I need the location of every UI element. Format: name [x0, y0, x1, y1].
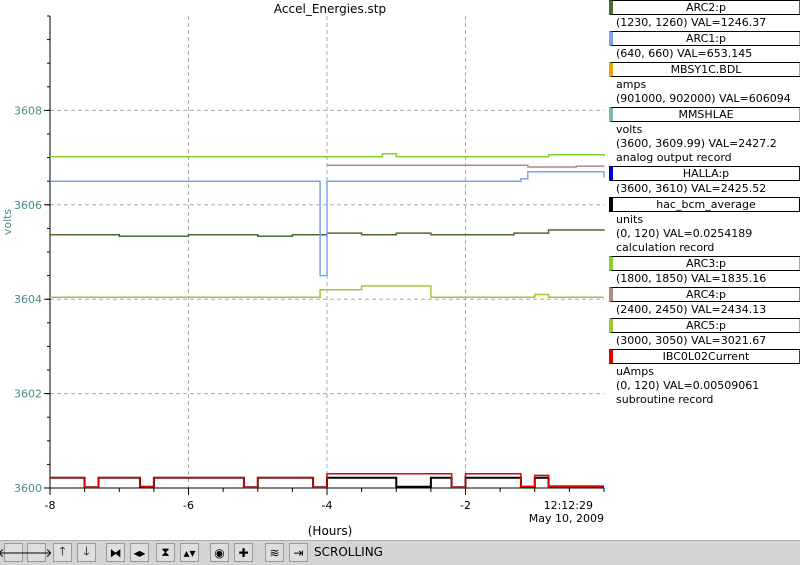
- legend-info-text: subroutine record: [616, 393, 714, 406]
- legend-panel: ARC2:p (1230, 1260) VAL=1246.37 ARC1:p (640…: [609, 0, 800, 406]
- x-axis-label: (Hours): [308, 524, 353, 538]
- jump-to-now-icon[interactable]: ⇥: [289, 543, 308, 562]
- legend-entry-arc5-p[interactable]: ARC5:p: [609, 318, 800, 333]
- autoscale-icon[interactable]: ≋: [265, 543, 284, 562]
- legend-entry-mmshlae[interactable]: MMSHLAE: [609, 107, 800, 122]
- time-label: 12:12:29: [544, 499, 593, 512]
- y-axis-label: volts: [1, 209, 14, 236]
- legend-info-text: uAmps: [616, 365, 654, 378]
- strip-chart-window: 3600 3602 3604 3606 3608 -8 -6 -4 -2 Accel_Energi…: [0, 0, 800, 565]
- legend-info-text: (0, 120) VAL=0.00509061: [616, 379, 760, 392]
- legend-entry-hac-bcm-average[interactable]: hac_bcm_average: [609, 197, 800, 212]
- legend-entry-halla-p[interactable]: HALLA:p: [609, 166, 800, 181]
- legend-info-text: (0, 120) VAL=0.0254189: [616, 227, 753, 240]
- date-label: May 10, 2009: [529, 512, 604, 525]
- legend-info-text: calculation record: [616, 241, 715, 254]
- chart-title: Accel_Energies.stp: [274, 2, 386, 16]
- legend-info-text: (3600, 3610) VAL=2425.52: [616, 182, 767, 195]
- status-label: SCROLLING: [314, 545, 383, 559]
- zoom-out-horizontal-icon[interactable]: ◂▸: [130, 543, 149, 562]
- legend-info-text: amps: [616, 78, 647, 91]
- legend-info-text: (901000, 902000) VAL=606094: [616, 92, 791, 105]
- legend-info-text: (640, 660) VAL=653.145: [616, 47, 753, 60]
- legend-info-text: (3000, 3050) VAL=3021.67: [616, 334, 767, 347]
- zoom-in-vertical-icon[interactable]: ⧗: [156, 543, 175, 562]
- arrow-down-icon[interactable]: 🡓: [77, 543, 96, 562]
- x-tick-label: -6: [183, 499, 194, 512]
- arrow-up-icon[interactable]: 🡑: [53, 543, 72, 562]
- x-tick-label: -8: [45, 499, 56, 512]
- legend-info-text: analog output record: [616, 151, 732, 164]
- strip-chart-plot[interactable]: 3600 3602 3604 3606 3608 -8 -6 -4 -2 Accel_Energi…: [0, 0, 609, 540]
- y-tick-label: 3604: [14, 293, 42, 306]
- record-icon[interactable]: ◉: [210, 543, 229, 562]
- legend-info-text: (2400, 2450) VAL=2434.13: [616, 303, 767, 316]
- legend-info-text: units: [616, 213, 644, 226]
- legend-info-text: (3600, 3609.99) VAL=2427.2: [616, 137, 777, 150]
- zoom-out-vertical-icon[interactable]: ▴▾: [180, 543, 199, 562]
- legend-info-text: (1230, 1260) VAL=1246.37: [616, 16, 767, 29]
- y-tick-label: 3600: [14, 482, 42, 495]
- legend-entry-arc3-p[interactable]: ARC3:p: [609, 256, 800, 271]
- legend-entry-arc2-p[interactable]: ARC2:p: [609, 0, 800, 15]
- y-tick-label: 3602: [14, 388, 42, 401]
- y-tick-label: 3608: [14, 104, 42, 117]
- toolbar: 🡐 🡒 🡑 🡓 ⧓ ◂▸ ⧗ ▴▾ ◉ ✚ ≋ ⇥ SCROLLING: [0, 540, 800, 565]
- x-tick-label: -4: [322, 499, 333, 512]
- legend-entry-ibc0l02current[interactable]: IBC0L02Current: [609, 349, 800, 364]
- legend-entry-arc1-p[interactable]: ARC1:p: [609, 31, 800, 46]
- x-tick-label: -2: [460, 499, 471, 512]
- zoom-in-horizontal-icon[interactable]: ⧓: [106, 543, 125, 562]
- y-tick-label: 3606: [14, 199, 42, 212]
- legend-entry-arc4-p[interactable]: ARC4:p: [609, 287, 800, 302]
- legend-entry-mbsy1c-bdl[interactable]: MBSY1C.BDL: [609, 62, 800, 77]
- legend-info-text: volts: [616, 123, 643, 136]
- arrow-right-icon[interactable]: 🡒: [20, 543, 53, 562]
- add-icon[interactable]: ✚: [234, 543, 253, 562]
- legend-info-text: (1800, 1850) VAL=1835.16: [616, 272, 767, 285]
